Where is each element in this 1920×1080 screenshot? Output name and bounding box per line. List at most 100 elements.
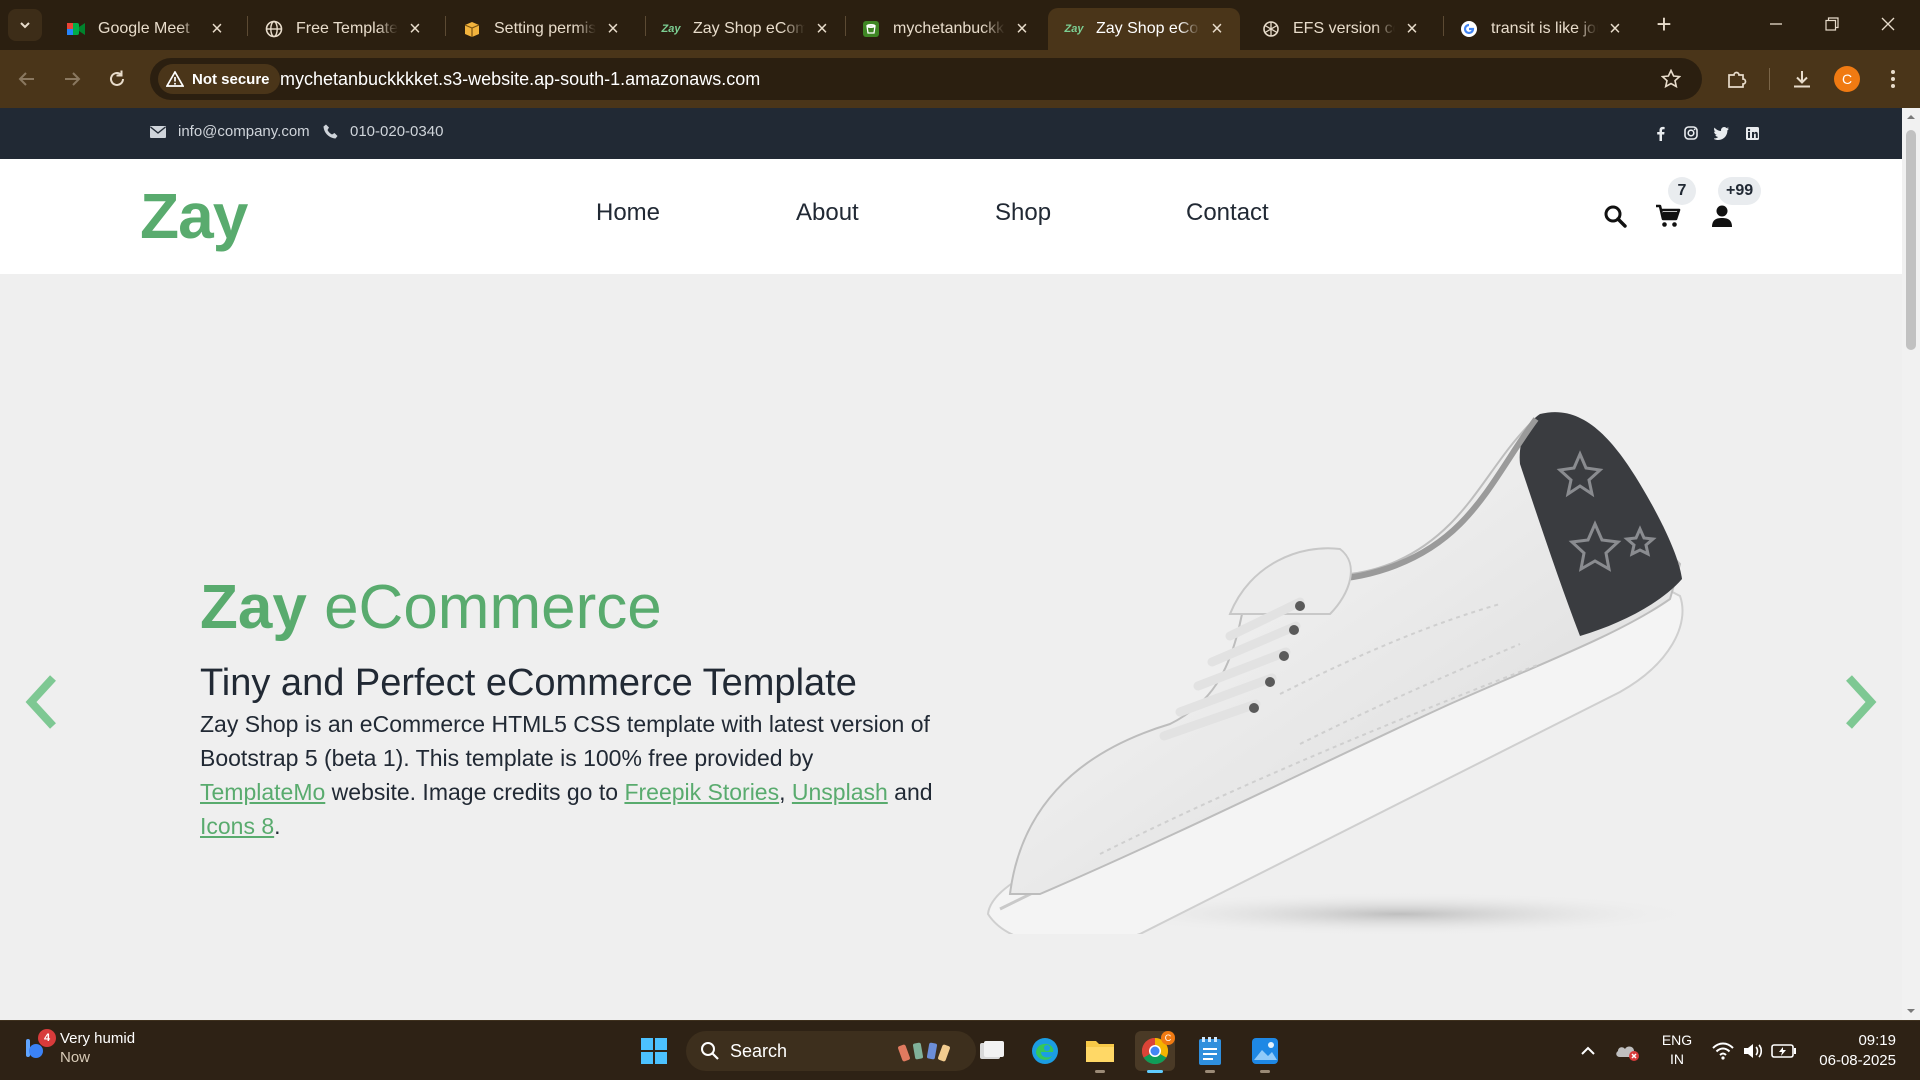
phone-icon bbox=[323, 124, 338, 139]
tray-overflow-button[interactable] bbox=[1568, 1031, 1608, 1071]
search-icon bbox=[1604, 205, 1627, 228]
arrow-right-icon bbox=[65, 72, 81, 86]
scroll-down-icon[interactable] bbox=[1906, 1006, 1916, 1016]
freepik-link[interactable]: Freepik Stories bbox=[624, 779, 779, 805]
system-clock[interactable]: 09:19 06-08-2025 bbox=[1810, 1031, 1896, 1071]
hero-text: and bbox=[887, 779, 933, 805]
tab-title: Zay Shop eCommerce bbox=[1096, 20, 1200, 37]
icons8-link[interactable]: Icons 8 bbox=[200, 813, 274, 839]
chevron-up-icon bbox=[1581, 1046, 1595, 1055]
minimize-button[interactable] bbox=[1748, 6, 1804, 42]
star-icon bbox=[1661, 69, 1681, 89]
close-window-button[interactable] bbox=[1860, 6, 1916, 42]
clock-time: 09:19 bbox=[1858, 1032, 1896, 1049]
region-code: IN bbox=[1670, 1051, 1684, 1067]
weather-widget[interactable]: 4 Very humid Now bbox=[18, 1029, 135, 1067]
google-icon bbox=[1459, 19, 1479, 39]
close-icon[interactable]: × bbox=[604, 18, 622, 40]
tab-bucket[interactable]: mychetanbuckkkket × bbox=[845, 8, 1045, 50]
templatemo-link[interactable]: TemplateMo bbox=[200, 779, 325, 805]
nav-home[interactable]: Home bbox=[596, 199, 660, 227]
forward-button[interactable] bbox=[57, 64, 87, 94]
twitter-icon[interactable] bbox=[1712, 124, 1730, 142]
phone-text: 010-020-0340 bbox=[350, 123, 444, 140]
nav-contact[interactable]: Contact bbox=[1186, 199, 1269, 227]
tab-zay-shop-active[interactable]: Zay Zay Shop eCommerce × bbox=[1048, 8, 1240, 50]
scrollbar-thumb[interactable] bbox=[1906, 130, 1916, 350]
tab-google-meet[interactable]: Google Meet × bbox=[50, 8, 240, 50]
taskbar-edge[interactable] bbox=[1025, 1031, 1065, 1071]
tab-title: mychetanbuckkkket bbox=[893, 20, 1005, 37]
user-count-badge: +99 bbox=[1718, 177, 1762, 205]
address-bar[interactable]: Not secure mychetanbuckkkket.s3-website.… bbox=[150, 58, 1702, 100]
search-button[interactable] bbox=[1598, 199, 1632, 233]
email-link[interactable]: info@company.com bbox=[150, 123, 310, 140]
restore-button[interactable] bbox=[1804, 6, 1860, 42]
toolbar-divider bbox=[1769, 68, 1770, 90]
close-icon[interactable]: × bbox=[1013, 18, 1031, 40]
taskbar-notepad[interactable] bbox=[1190, 1031, 1230, 1073]
tab-efs-version[interactable]: EFS version control × bbox=[1245, 8, 1435, 50]
security-chip[interactable]: Not secure bbox=[158, 64, 280, 94]
start-button[interactable] bbox=[634, 1031, 674, 1071]
tab-free-template[interactable]: Free Template 559 × bbox=[248, 8, 438, 50]
windows-icon bbox=[641, 1038, 667, 1064]
reload-button[interactable] bbox=[102, 64, 132, 94]
site-logo[interactable]: Zay bbox=[140, 179, 248, 253]
tab-search-button[interactable] bbox=[8, 9, 42, 41]
close-icon[interactable]: × bbox=[813, 18, 831, 40]
instagram-icon[interactable] bbox=[1682, 124, 1700, 142]
unsplash-link[interactable]: Unsplash bbox=[792, 779, 888, 805]
notepad-icon bbox=[1199, 1037, 1221, 1065]
zay-icon: Zay bbox=[1064, 23, 1084, 35]
language-indicator[interactable]: ENG IN bbox=[1660, 1031, 1694, 1069]
taskbar-search[interactable]: Search bbox=[686, 1031, 976, 1071]
close-icon[interactable]: × bbox=[1403, 18, 1421, 40]
back-button[interactable] bbox=[12, 64, 42, 94]
new-tab-button[interactable]: + bbox=[1650, 9, 1678, 39]
folder-icon bbox=[1086, 1041, 1114, 1062]
menu-button[interactable] bbox=[1876, 62, 1910, 96]
tab-zay-shop[interactable]: Zay Zay Shop eCommerce × bbox=[645, 8, 845, 50]
cloud-error-icon bbox=[1616, 1046, 1639, 1061]
linkedin-icon[interactable] bbox=[1743, 124, 1761, 142]
carousel-next-button[interactable] bbox=[1836, 672, 1886, 732]
page-scrollbar[interactable] bbox=[1902, 108, 1920, 1020]
bookmark-button[interactable] bbox=[1654, 62, 1688, 96]
tab-title: EFS version control bbox=[1293, 20, 1395, 37]
url-text: mychetanbuckkkket.s3-website.ap-south-1.… bbox=[280, 69, 761, 89]
scroll-up-icon[interactable] bbox=[1906, 112, 1916, 122]
close-icon[interactable]: × bbox=[208, 18, 226, 40]
phone-link[interactable]: 010-020-0340 bbox=[323, 123, 443, 140]
profile-button[interactable]: C bbox=[1830, 62, 1864, 96]
tab-google-search[interactable]: transit is like journey × bbox=[1443, 8, 1638, 50]
task-view-icon bbox=[980, 1041, 1004, 1059]
battery-status[interactable] bbox=[1764, 1031, 1804, 1071]
kebab-menu-icon bbox=[1891, 70, 1895, 88]
close-icon[interactable]: × bbox=[406, 18, 424, 40]
close-icon[interactable]: × bbox=[1208, 18, 1226, 40]
taskbar-chrome[interactable]: C bbox=[1135, 1031, 1175, 1073]
chevron-left-icon bbox=[25, 675, 56, 729]
task-view-button[interactable] bbox=[972, 1031, 1012, 1071]
hero-text: . bbox=[274, 813, 281, 839]
nav-about[interactable]: About bbox=[796, 199, 859, 227]
chrome-profile-badge: C bbox=[1161, 1031, 1175, 1045]
user-icon bbox=[1712, 205, 1732, 227]
battery-charging-icon bbox=[1771, 1044, 1796, 1058]
email-text: info@company.com bbox=[178, 123, 310, 140]
browser-toolbar: Not secure mychetanbuckkkket.s3-website.… bbox=[0, 50, 1920, 108]
close-icon[interactable]: × bbox=[1606, 18, 1624, 40]
tab-setting-permissions[interactable]: Setting permissions × bbox=[446, 8, 636, 50]
nav-shop[interactable]: Shop bbox=[995, 199, 1051, 227]
carousel-prev-button[interactable] bbox=[16, 672, 66, 732]
taskbar-photos[interactable] bbox=[1245, 1031, 1285, 1073]
extensions-button[interactable] bbox=[1720, 62, 1754, 96]
taskbar-file-explorer[interactable] bbox=[1080, 1031, 1120, 1073]
reload-icon bbox=[110, 70, 124, 86]
downloads-button[interactable] bbox=[1785, 62, 1819, 96]
onedrive-status[interactable] bbox=[1607, 1031, 1647, 1071]
facebook-icon[interactable] bbox=[1651, 124, 1669, 142]
hero-carousel: Zay eCommerce Tiny and Perfect eCommerce… bbox=[0, 274, 1902, 1020]
warning-icon bbox=[166, 71, 184, 87]
